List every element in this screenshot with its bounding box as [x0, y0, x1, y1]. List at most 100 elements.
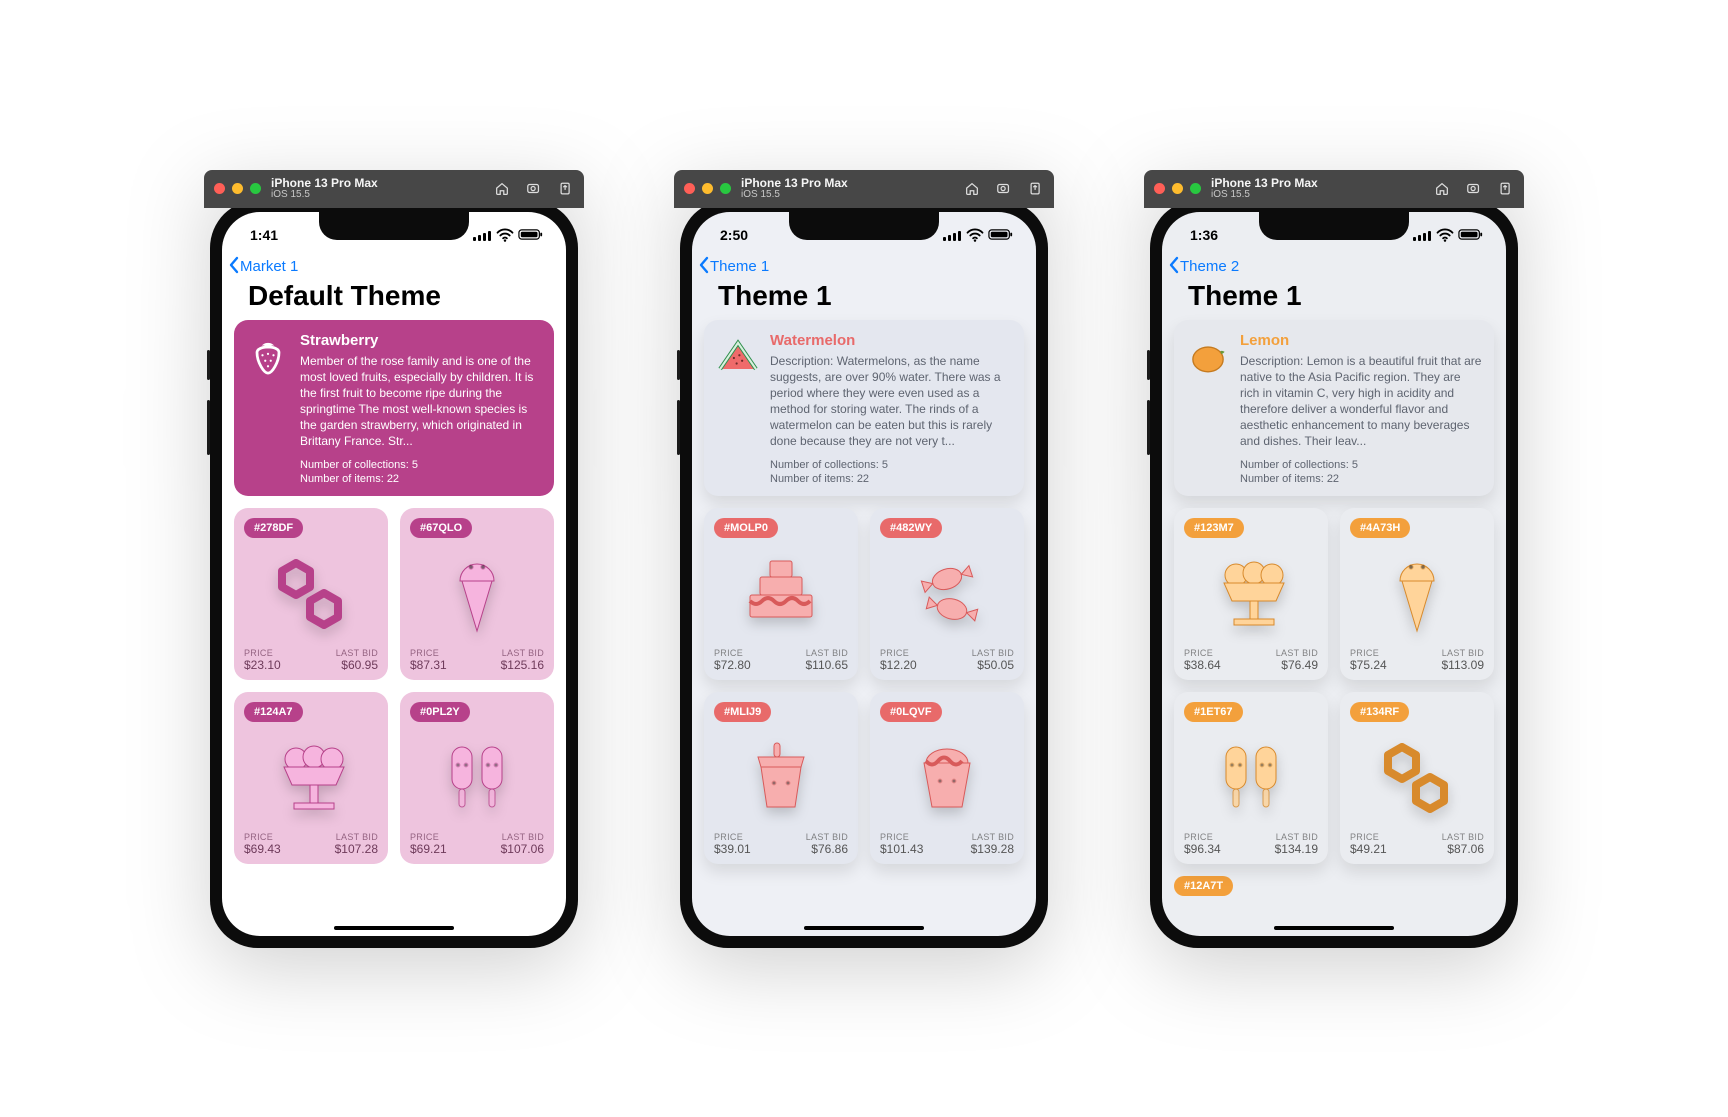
- device-frame: 1:41 Market 1: [210, 200, 578, 948]
- item-meta: PRICE $87.31 LAST BID $125.16: [410, 648, 544, 672]
- item-card[interactable]: #MLIJ9 PRICE $39.01 LAST BID $76.86: [704, 692, 858, 864]
- item-art-popsicles-icon: [410, 722, 544, 832]
- item-grid: #123M7 PRICE $38.64 LAST BID $76.49 #4A7…: [1174, 508, 1494, 864]
- wifi-icon: [496, 228, 514, 242]
- item-tag: #MLIJ9: [714, 702, 771, 722]
- window-traffic-lights[interactable]: [1154, 183, 1201, 194]
- screenshot-icon[interactable]: [1466, 181, 1482, 197]
- status-time: 2:50: [720, 227, 748, 243]
- share-icon[interactable]: [1028, 181, 1044, 197]
- zoom-icon[interactable]: [250, 183, 261, 194]
- wifi-icon: [1436, 228, 1454, 242]
- item-card[interactable]: #MOLP0 PRICE $72.80 LAST BID $110.65: [704, 508, 858, 680]
- simulator-toolbar: iPhone 13 Pro Max iOS 15.5: [204, 170, 584, 208]
- close-icon[interactable]: [684, 183, 695, 194]
- simulator-title: iPhone 13 Pro Max iOS 15.5: [271, 177, 378, 200]
- hero-title: Strawberry: [300, 332, 542, 349]
- home-icon[interactable]: [964, 181, 980, 197]
- share-icon[interactable]: [1498, 181, 1514, 197]
- hero-description: Description: Lemon is a beautiful fruit …: [1240, 353, 1482, 450]
- minimize-icon[interactable]: [232, 183, 243, 194]
- nav-back[interactable]: Theme 1: [692, 252, 1036, 280]
- item-meta: PRICE $69.21 LAST BID $107.06: [410, 832, 544, 856]
- hero-description: Member of the rose family and is one of …: [300, 353, 542, 450]
- battery-icon: [988, 228, 1014, 241]
- chevron-left-icon: [228, 256, 240, 278]
- nav-back-label: Theme 1: [710, 258, 769, 275]
- nav-back-label: Theme 2: [1180, 258, 1239, 275]
- home-indicator[interactable]: [804, 926, 924, 930]
- simulator-title: iPhone 13 Pro Max iOS 15.5: [741, 177, 848, 200]
- window-traffic-lights[interactable]: [214, 183, 261, 194]
- device-frame: 2:50 Theme 1: [680, 200, 1048, 948]
- item-tag: #123M7: [1184, 518, 1244, 538]
- close-icon[interactable]: [214, 183, 225, 194]
- home-icon[interactable]: [1434, 181, 1450, 197]
- simulator-toolbar: iPhone 13 Pro Max iOS 15.5: [1144, 170, 1524, 208]
- item-meta: PRICE $12.20 LAST BID $50.05: [880, 648, 1014, 672]
- item-tag: #MOLP0: [714, 518, 778, 538]
- item-card[interactable]: #123M7 PRICE $38.64 LAST BID $76.49: [1174, 508, 1328, 680]
- item-art-cup-icon: [714, 722, 848, 832]
- item-meta: PRICE $75.24 LAST BID $113.09: [1350, 648, 1484, 672]
- item-tag: #4A73H: [1350, 518, 1410, 538]
- item-grid: #278DF PRICE $23.10 LAST BID $60.95 #67Q…: [234, 508, 554, 864]
- hero-card[interactable]: Lemon Description: Lemon is a beautiful …: [1174, 320, 1494, 497]
- wifi-icon: [966, 228, 984, 242]
- page-title: Theme 1: [1174, 280, 1494, 320]
- item-card[interactable]: #0PL2Y PRICE $69.21 LAST BID $107.06: [400, 692, 554, 864]
- home-indicator[interactable]: [334, 926, 454, 930]
- hero-counts: Number of collections: 5 Number of items…: [1240, 458, 1482, 487]
- simulator-toolbar: iPhone 13 Pro Max iOS 15.5: [674, 170, 1054, 208]
- simulator-title: iPhone 13 Pro Max iOS 15.5: [1211, 177, 1318, 200]
- share-icon[interactable]: [558, 181, 574, 197]
- hero-description: Description: Watermelons, as the name su…: [770, 353, 1012, 450]
- item-art-hex-rings-icon: [244, 538, 378, 648]
- home-indicator[interactable]: [1274, 926, 1394, 930]
- cellular-icon: [473, 229, 492, 241]
- item-card[interactable]: #0LQVF PRICE $101.43 LAST BID $139.28: [870, 692, 1024, 864]
- hero-card[interactable]: Strawberry Member of the rose family and…: [234, 320, 554, 497]
- screenshot-icon[interactable]: [996, 181, 1012, 197]
- item-meta: PRICE $49.21 LAST BID $87.06: [1350, 832, 1484, 856]
- page-title: Theme 1: [704, 280, 1024, 320]
- item-tag: #0LQVF: [880, 702, 942, 722]
- item-tag: #12A7T: [1174, 876, 1233, 896]
- item-card[interactable]: #1ET67 PRICE $96.34 LAST BID $134.19: [1174, 692, 1328, 864]
- close-icon[interactable]: [1154, 183, 1165, 194]
- item-grid: #MOLP0 PRICE $72.80 LAST BID $110.65 #48…: [704, 508, 1024, 864]
- item-card[interactable]: #482WY PRICE $12.20 LAST BID $50.05: [870, 508, 1024, 680]
- item-card[interactable]: #278DF PRICE $23.10 LAST BID $60.95: [234, 508, 388, 680]
- home-icon[interactable]: [494, 181, 510, 197]
- item-art-hex-rings-icon: [1350, 722, 1484, 832]
- hero-card[interactable]: Watermelon Description: Watermelons, as …: [704, 320, 1024, 497]
- hero-watermelon-icon: [716, 332, 760, 487]
- minimize-icon[interactable]: [702, 183, 713, 194]
- item-tag: #67QLO: [410, 518, 472, 538]
- item-card[interactable]: #67QLO PRICE $87.31 LAST BID $125.16: [400, 508, 554, 680]
- item-card[interactable]: #134RF PRICE $49.21 LAST BID $87.06: [1340, 692, 1494, 864]
- item-art-cone-icon: [1350, 538, 1484, 648]
- screenshot-icon[interactable]: [526, 181, 542, 197]
- status-time: 1:36: [1190, 227, 1218, 243]
- item-art-candies-icon: [880, 538, 1014, 648]
- battery-icon: [518, 228, 544, 241]
- device-frame: 1:36 Theme 2: [1150, 200, 1518, 948]
- item-meta: PRICE $72.80 LAST BID $110.65: [714, 648, 848, 672]
- window-traffic-lights[interactable]: [684, 183, 731, 194]
- item-tag: #482WY: [880, 518, 942, 538]
- item-meta: PRICE $23.10 LAST BID $60.95: [244, 648, 378, 672]
- zoom-icon[interactable]: [720, 183, 731, 194]
- item-tag: #1ET67: [1184, 702, 1243, 722]
- item-meta: PRICE $69.43 LAST BID $107.28: [244, 832, 378, 856]
- item-art-cone-icon: [410, 538, 544, 648]
- nav-back[interactable]: Theme 2: [1162, 252, 1506, 280]
- item-card[interactable]: #4A73H PRICE $75.24 LAST BID $113.09: [1340, 508, 1494, 680]
- item-art-icecream-icon: [880, 722, 1014, 832]
- item-art-sundae-icon: [244, 722, 378, 832]
- minimize-icon[interactable]: [1172, 183, 1183, 194]
- zoom-icon[interactable]: [1190, 183, 1201, 194]
- item-card[interactable]: #124A7 PRICE $69.43 LAST BID $107.28: [234, 692, 388, 864]
- item-tag: #278DF: [244, 518, 303, 538]
- nav-back[interactable]: Market 1: [222, 252, 566, 280]
